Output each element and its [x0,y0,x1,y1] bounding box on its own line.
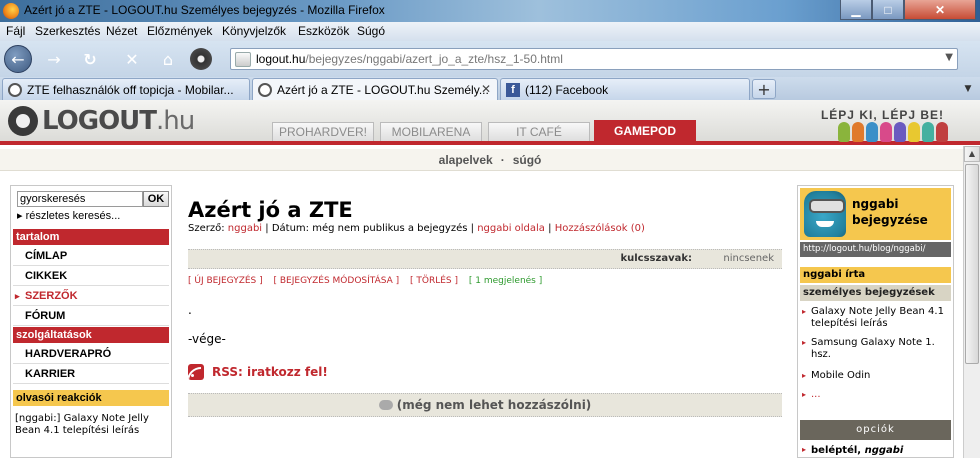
site-tab-itcafe[interactable]: IT CAFÉ [488,122,590,141]
reload-icon[interactable]: ↻ [78,47,102,71]
logout-favicon-icon [258,83,272,97]
browser-window: Azért jó a ZTE - LOGOUT.hu Személyes bej… [0,0,980,458]
post-meta: Szerző: nggabi | Dátum: még nem publikus… [188,223,645,234]
section-szolgaltatasok: szolgáltatások [13,327,169,343]
logout-logo[interactable]: LOGOUT.hu [8,106,195,136]
url-text[interactable]: logout.hu/bejegyzes/nggabi/azert_jo_a_zt… [256,52,563,66]
search-input[interactable]: gyorskeresés [17,191,143,207]
site-header: LOGOUT.hu PROHARDVER! MOBILARENA IT CAFÉ… [0,100,980,145]
home-icon[interactable]: ⌂ [156,47,180,71]
profile-name[interactable]: nggabi [852,197,899,211]
personal-post-link[interactable]: Samsung Galaxy Note 1. hsz. [802,337,950,361]
site-identity-icon[interactable] [235,52,251,67]
more-posts-link[interactable]: ... [802,389,950,401]
new-tab-icon[interactable]: + [752,79,776,99]
logo-icon [8,106,38,136]
menu-edit[interactable]: Szerkesztés [35,24,100,38]
close-icon[interactable]: ✕ [904,0,976,20]
delete-post-link[interactable]: [ TÖRLÉS ] [410,276,458,286]
user-page-link[interactable]: nggabi oldala [477,223,545,234]
menu-history[interactable]: Előzmények [147,24,212,38]
left-sidebar: gyorskeresés OK ▸ részletes keresés... t… [10,185,172,458]
author-link[interactable]: nggabi [228,223,262,234]
menu-tools[interactable]: Eszközök [298,24,349,38]
tab-azert-jo-a-zte[interactable]: Azért jó a ZTE - LOGOUT.hu Személy... ✕ [252,78,498,101]
menu-help[interactable]: Súgó [357,24,385,38]
window-title: Azért jó a ZTE - LOGOUT.hu Személyes bej… [24,3,385,17]
post-body: . [188,303,192,317]
navigation-toolbar: ← → ↻ ✕ ⌂ logout.hu/bejegyzes/nggabi/aze… [0,41,980,77]
tab-facebook[interactable]: f (112) Facebook [500,78,750,100]
logout-favicon-icon [8,83,22,97]
reaction-link[interactable]: [nggabi:] Galaxy Note Jelly Bean 4.1 tel… [15,413,165,437]
subnav-sugo[interactable]: súgó [513,153,542,167]
options-heading: opciók [800,420,951,440]
logged-in-status: beléptél, nggabi [802,445,950,456]
comments-link[interactable]: Hozzászólások (0) [555,223,645,234]
rss-icon[interactable] [188,364,204,380]
logged-in-user[interactable]: nggabi [865,445,904,456]
tab-bar: ZTE felhasználók off topicja - Mobilar..… [0,77,980,101]
site-tab-mobilarena[interactable]: MOBILARENA [380,122,482,141]
firefox-icon [3,3,19,19]
web-page: LOGOUT.hu PROHARDVER! MOBILARENA IT CAFÉ… [0,100,980,458]
sidebar-item-szerzok[interactable]: SZERZŐK [13,287,169,306]
site-slogan: LÉPJ KI, LÉPJ BE! [820,108,944,122]
menu-bar: Fájl Szerkesztés Nézet Előzmények Könyvj… [0,22,980,41]
tab-list-icon[interactable]: ▼ [960,80,976,98]
post-actions: [ ÚJ BEJEGYZÉS ] [ BEJEGYZÉS MÓDOSÍTÁSA … [188,276,542,286]
mascot-group-icon [838,122,948,142]
edit-post-link[interactable]: [ BEJEGYZÉS MÓDOSÍTÁSA ] [274,276,400,286]
post-end: -vége- [188,332,226,346]
subnav-alapelvek[interactable]: alapelvek [439,153,493,167]
sidebar-item-forum[interactable]: FÓRUM [13,307,169,326]
scrollbar[interactable]: ▲ [963,146,980,458]
maximize-icon[interactable]: □ [872,0,904,20]
menu-bookmarks[interactable]: Könyvjelzők [222,24,286,38]
right-sidebar: nggabi bejegyzése http://logout.hu/blog/n… [797,185,954,458]
sidebar-item-hardverapro[interactable]: HARDVERAPRÓ [13,345,169,364]
sidebar-item-cikkek[interactable]: CIKKEK [13,267,169,286]
site-tab-prohardver[interactable]: PROHARDVER! [272,122,374,141]
section-olvasoi-reakciok: olvasói reakciók [13,390,169,406]
title-bar: Azért jó a ZTE - LOGOUT.hu Személyes bej… [0,0,980,22]
scroll-thumb[interactable] [965,164,979,364]
sidebar-item-cimlap[interactable]: CÍMLAP [13,247,169,266]
url-bar[interactable]: logout.hu/bejegyzes/nggabi/azert_jo_a_zt… [230,48,958,70]
wrote-heading: nggabi írta [800,267,951,283]
avatar[interactable] [804,191,846,237]
blog-url[interactable]: http://logout.hu/blog/nggabi/ [800,242,951,257]
rss-subscribe-link[interactable]: RSS: iratkozz fel! [212,365,328,379]
close-tab-icon[interactable]: ✕ [481,82,491,96]
advanced-search-link[interactable]: ▸ részletes keresés... [17,209,120,222]
view-count: [ 1 megjelenés ] [468,276,543,286]
section-tartalom: tartalom [13,229,169,245]
author-profile: nggabi bejegyzése [800,188,951,240]
menu-file[interactable]: Fájl [6,24,25,38]
personal-post-link[interactable]: Mobile Odin [802,370,950,382]
menu-view[interactable]: Nézet [106,24,137,38]
page-title: Azért jó a ZTE [188,198,353,222]
addon-icon[interactable] [190,48,212,70]
main-content: Azért jó a ZTE Szerző: nggabi | Dátum: m… [188,185,782,458]
sidebar-item-karrier[interactable]: KARRIER [13,365,169,384]
comment-icon [378,400,393,410]
comment-bar: (még nem lehet hozzászólni) [188,393,782,417]
keywords-bar: kulcsszavak: nincsenek [188,249,782,269]
search-ok-button[interactable]: OK [143,191,169,207]
url-dropdown-icon[interactable]: ▼ [945,52,953,63]
forward-icon[interactable]: → [42,47,66,71]
minimize-icon[interactable]: ▁ [840,0,872,20]
facebook-favicon-icon: f [506,83,520,97]
stop-icon[interactable]: ✕ [120,47,144,71]
scroll-up-icon[interactable]: ▲ [964,146,980,162]
personal-post-link[interactable]: Galaxy Note Jelly Bean 4.1 telepítési le… [802,306,950,330]
personal-posts-heading: személyes bejegyzések [800,285,951,301]
sub-navigation: alapelvek · súgó [0,149,980,171]
new-post-link[interactable]: [ ÚJ BEJEGYZÉS ] [188,276,263,286]
site-tab-gamepod[interactable]: GAMEPOD [594,120,696,141]
back-icon[interactable]: ← [4,45,32,73]
tab-zte-forum[interactable]: ZTE felhasználók off topicja - Mobilar..… [2,78,250,100]
